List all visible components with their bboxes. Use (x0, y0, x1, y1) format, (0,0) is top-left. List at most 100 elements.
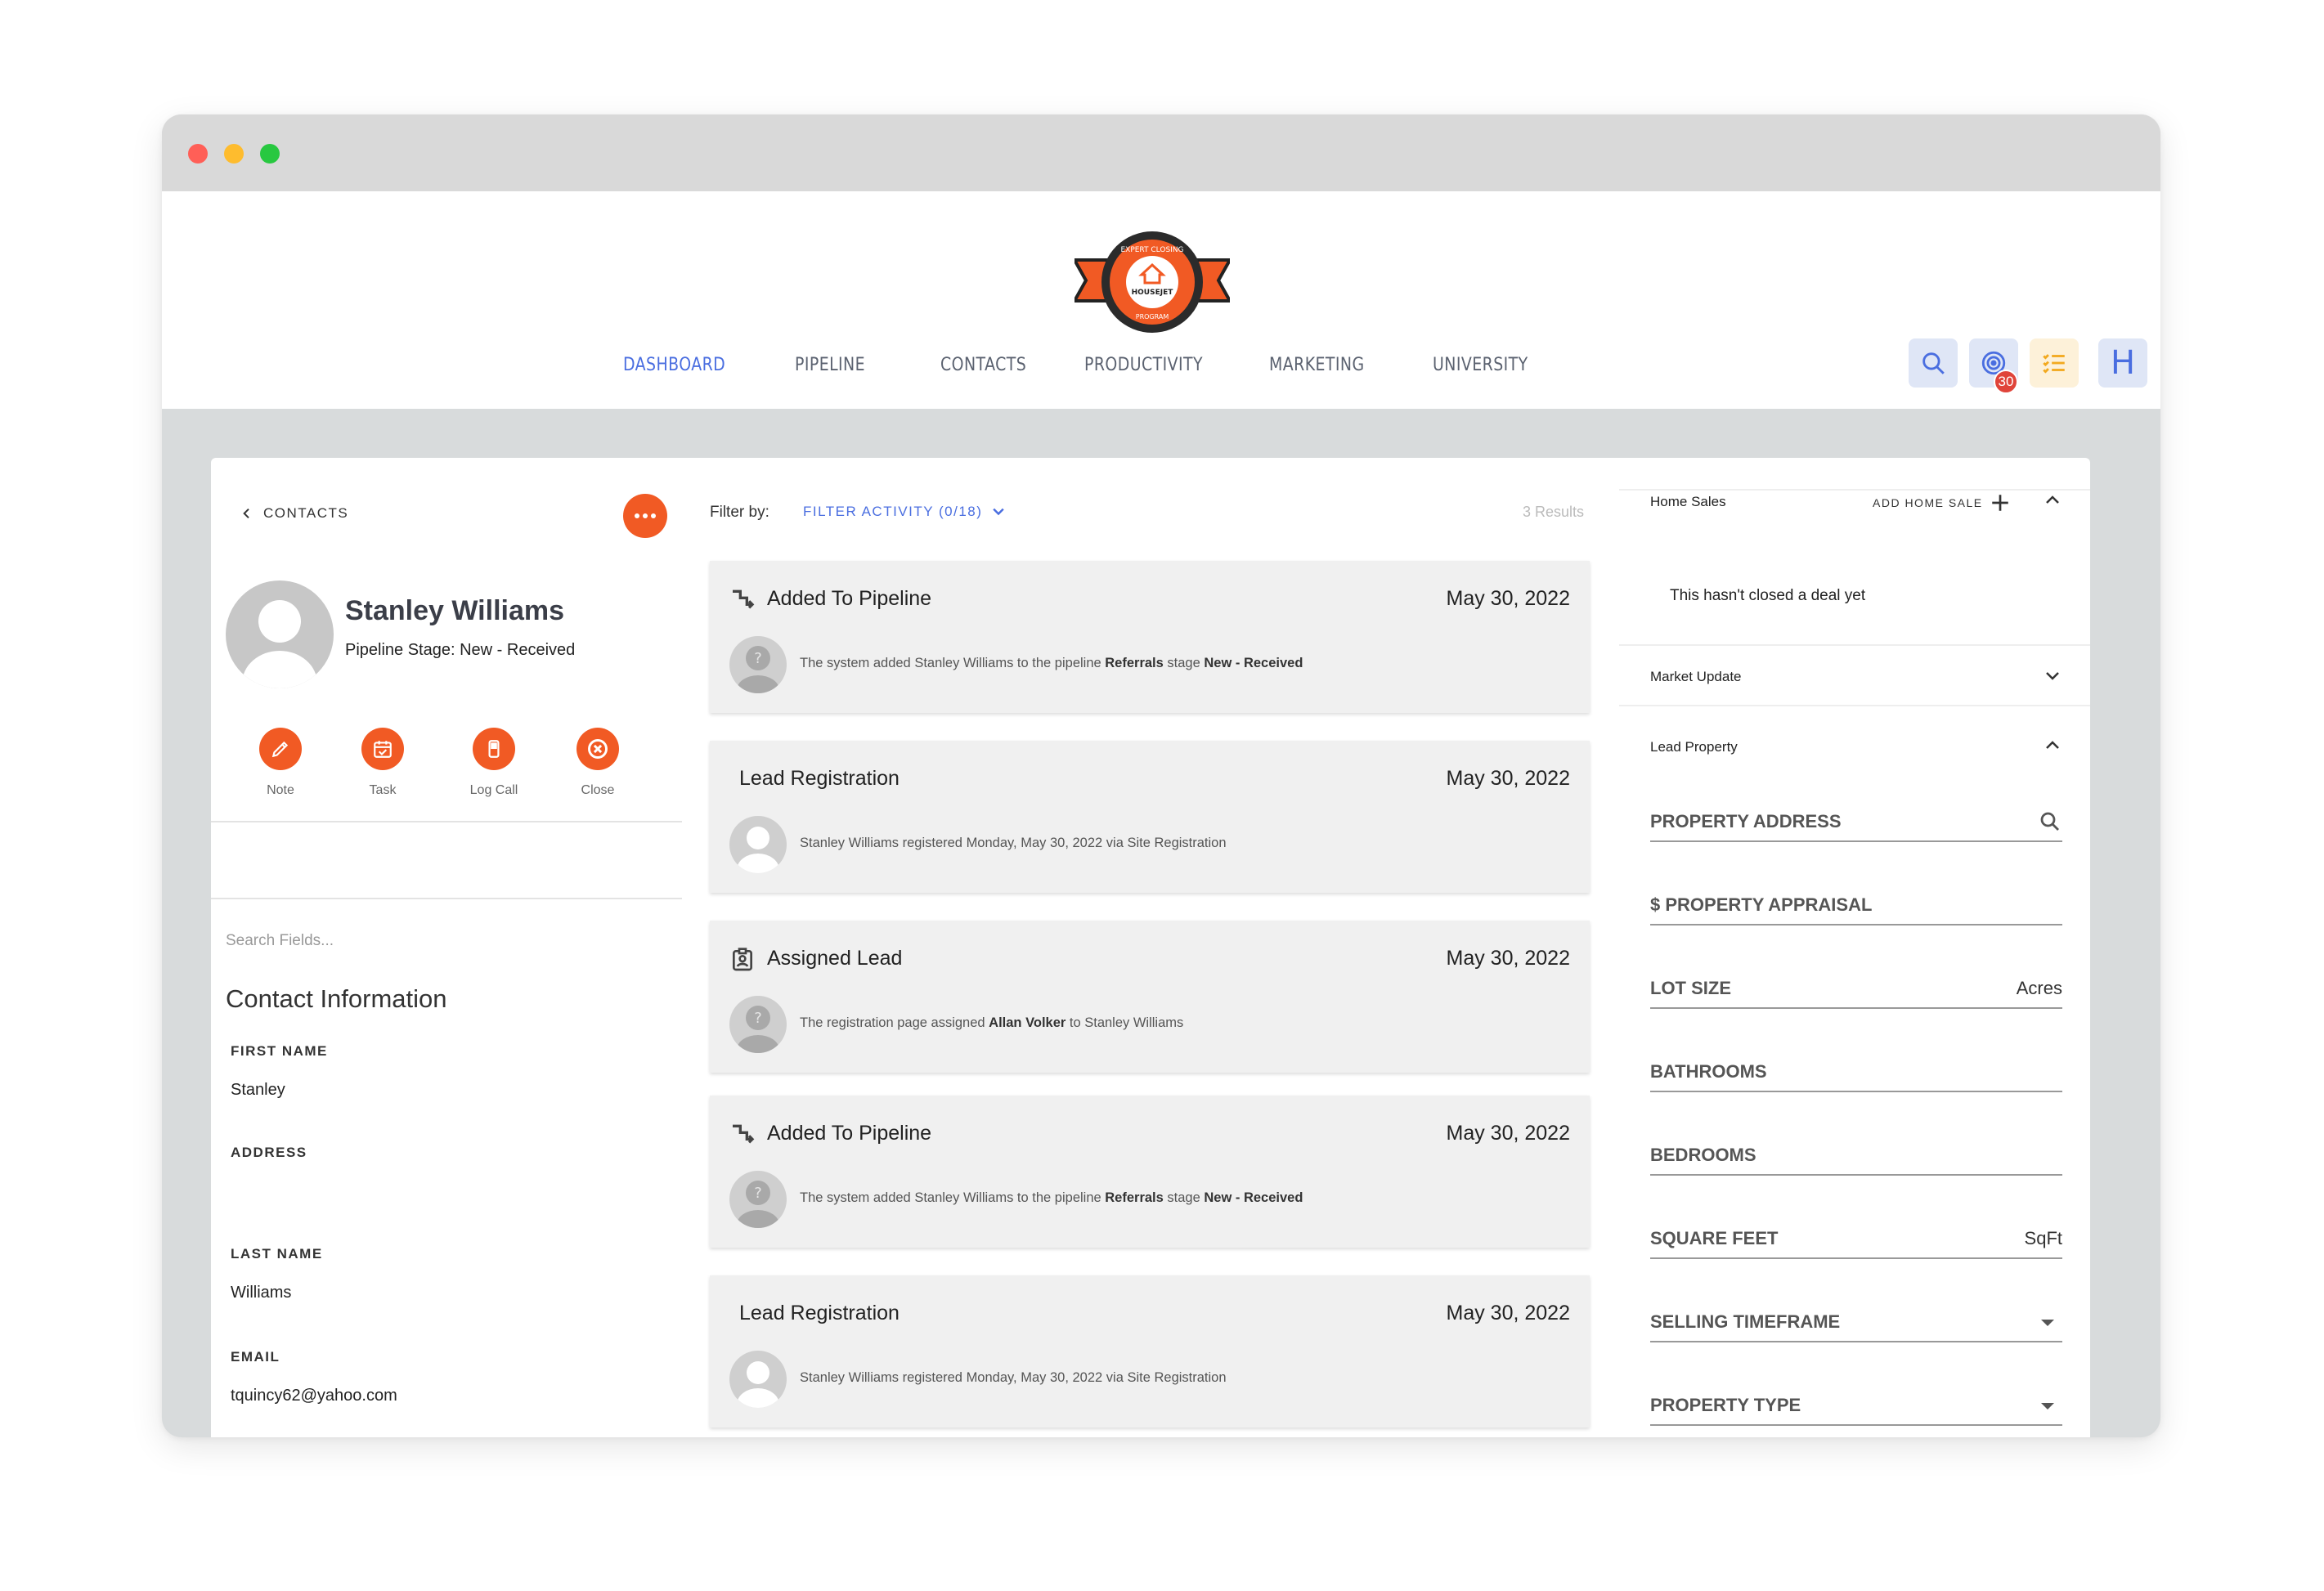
email-value[interactable]: tquincy62@yahoo.com (231, 1387, 397, 1405)
chevron-down-icon[interactable] (2043, 666, 2062, 685)
lot-size-unit: Acres (2016, 978, 2062, 998)
first-name-label: FIRST NAME (231, 1043, 328, 1059)
property-address-field[interactable]: PROPERTY ADDRESS (1650, 808, 2062, 842)
close-action[interactable]: Close (557, 728, 639, 798)
main-nav: DASHBOARD PIPELINE CONTACTS PRODUCTIVITY… (162, 355, 2160, 388)
back-label: CONTACTS (263, 505, 349, 521)
activity-card[interactable]: Added To Pipeline May 30, 2022 ? The sys… (710, 1096, 1590, 1248)
logo-text-bottom: PROGRAM (1136, 313, 1169, 320)
notification-badge: 30 (1994, 370, 2018, 394)
square-feet-label: SQUARE FEET (1650, 1228, 1779, 1248)
filter-activity-dropdown[interactable]: FILTER ACTIVITY (0/18) (803, 504, 1007, 520)
results-count: 3 Results (1523, 504, 1585, 520)
pipeline-icon (733, 1124, 755, 1144)
activity-card[interactable]: Added To Pipeline May 30, 2022 ? The sys… (710, 561, 1590, 713)
person-silhouette-icon (737, 827, 779, 873)
bathrooms-field[interactable]: BATHROOMS (1650, 1058, 2062, 1092)
contact-name: Stanley Williams (345, 595, 565, 626)
dropdown-caret-icon (2041, 1320, 2054, 1326)
selling-timeframe-select[interactable]: SELLING TIMEFRAME (1650, 1308, 2062, 1342)
property-appraisal-field[interactable]: $ PROPERTY APPRAISAL (1650, 891, 2062, 925)
note-label: Note (267, 783, 294, 797)
filter-activity-label: FILTER ACTIVITY (0/18) (803, 504, 983, 519)
user-avatar (729, 816, 787, 873)
minimize-window-button[interactable] (224, 144, 244, 164)
housejet-logo[interactable]: EXPERT CLOSING HOUSEJET PROGRAM (1075, 229, 1230, 335)
market-update-title[interactable]: Market Update (1650, 669, 1742, 685)
activity-title: Added To Pipeline (767, 1122, 932, 1145)
task-label: Task (369, 783, 397, 797)
search-fields-input[interactable]: Search Fields... (226, 932, 334, 950)
user-menu-button[interactable]: H (2098, 338, 2147, 388)
add-home-sale-button[interactable]: ADD HOME SALE (1873, 492, 2011, 513)
pen-icon (271, 741, 289, 758)
nav-dashboard[interactable]: DASHBOARD (623, 355, 725, 375)
activity-card[interactable]: Assigned Lead May 30, 2022 ? The registr… (710, 921, 1590, 1073)
square-feet-field[interactable]: SQUARE FEET SqFt (1650, 1225, 2062, 1259)
search-button[interactable] (1909, 338, 1958, 388)
assigned-icon (733, 948, 752, 971)
nav-productivity[interactable]: PRODUCTIVITY (1084, 355, 1203, 375)
last-name-value[interactable]: Williams (231, 1284, 291, 1302)
nav-pipeline[interactable]: PIPELINE (795, 355, 865, 375)
more-options-button[interactable] (623, 494, 667, 538)
activity-date: May 30, 2022 (1446, 1122, 1571, 1145)
property-sidebar: Home Sales ADD HOME SALE This hasn't clo… (1619, 458, 2090, 1437)
email-label: EMAIL (231, 1349, 280, 1365)
close-circle-icon (588, 739, 608, 759)
logo-text-center: HOUSEJET (1132, 289, 1174, 297)
chevron-up-icon[interactable] (2043, 736, 2062, 755)
close-label: Close (581, 783, 615, 797)
lead-property-title[interactable]: Lead Property (1650, 739, 1738, 755)
nav-university[interactable]: UNIVERSITY (1433, 355, 1528, 375)
home-sales-title[interactable]: Home Sales (1650, 494, 1726, 510)
selling-timeframe-label: SELLING TIMEFRAME (1650, 1311, 1841, 1332)
svg-text:?: ? (754, 1010, 762, 1027)
activity-description: Stanley Williams registered Monday, May … (800, 1370, 1227, 1385)
bathrooms-label: BATHROOMS (1650, 1061, 1767, 1082)
phone-icon (488, 740, 500, 758)
no-deal-message: This hasn't closed a deal yet (1670, 587, 1866, 604)
add-home-sale-label: ADD HOME SALE (1873, 496, 1983, 509)
property-address-label: PROPERTY ADDRESS (1650, 811, 1842, 831)
activity-title: Assigned Lead (767, 947, 903, 970)
contact-avatar (226, 580, 334, 688)
maximize-window-button[interactable] (260, 144, 280, 164)
task-list-button[interactable] (2030, 338, 2079, 388)
first-name-value[interactable]: Stanley (231, 1081, 285, 1100)
search-icon (1922, 352, 1945, 374)
main-content: CONTACTS Stanley Williams Pipeline Stage… (211, 458, 2090, 1437)
log-call-action[interactable]: Log Call (453, 728, 535, 798)
activity-card[interactable]: Lead Registration May 30, 2022 Stanley W… (710, 1275, 1590, 1427)
person-silhouette-icon (737, 1361, 779, 1408)
property-appraisal-label: $ PROPERTY APPRAISAL (1650, 894, 1873, 915)
search-icon[interactable] (2038, 809, 2062, 834)
nav-contacts[interactable]: CONTACTS (940, 355, 1026, 375)
user-avatar (729, 1351, 787, 1408)
activity-description: The system added Stanley Williams to the… (800, 1190, 1303, 1205)
checklist-icon (2043, 354, 2065, 374)
square-feet-unit: SqFt (2024, 1228, 2062, 1248)
back-to-contacts-link[interactable]: CONTACTS (240, 505, 348, 522)
person-silhouette-icon (242, 600, 317, 688)
activity-description: The registration page assigned Allan Vol… (800, 1015, 1184, 1030)
chevron-up-icon[interactable] (2043, 491, 2062, 510)
activity-date: May 30, 2022 (1446, 587, 1571, 610)
svg-text:?: ? (754, 650, 762, 667)
activity-card[interactable]: Lead Registration May 30, 2022 Stanley W… (710, 741, 1590, 893)
note-action[interactable]: Note (240, 728, 321, 798)
pipeline-icon (733, 589, 755, 609)
browser-window: EXPERT CLOSING HOUSEJET PROGRAM DASHBOAR… (162, 114, 2160, 1437)
lot-size-field[interactable]: LOT SIZE Acres (1650, 975, 2062, 1009)
address-label: ADDRESS (231, 1145, 307, 1160)
task-action[interactable]: Task (342, 728, 424, 798)
close-window-button[interactable] (188, 144, 208, 164)
property-type-select[interactable]: PROPERTY TYPE (1650, 1392, 2062, 1426)
activity-title: Lead Registration (739, 767, 900, 790)
divider (211, 821, 682, 822)
last-name-label: LAST NAME (231, 1246, 323, 1262)
bedrooms-field[interactable]: BEDROOMS (1650, 1141, 2062, 1176)
nav-marketing[interactable]: MARKETING (1269, 355, 1365, 375)
contact-panel: CONTACTS Stanley Williams Pipeline Stage… (211, 458, 682, 1437)
contact-info-heading: Contact Information (226, 984, 447, 1013)
